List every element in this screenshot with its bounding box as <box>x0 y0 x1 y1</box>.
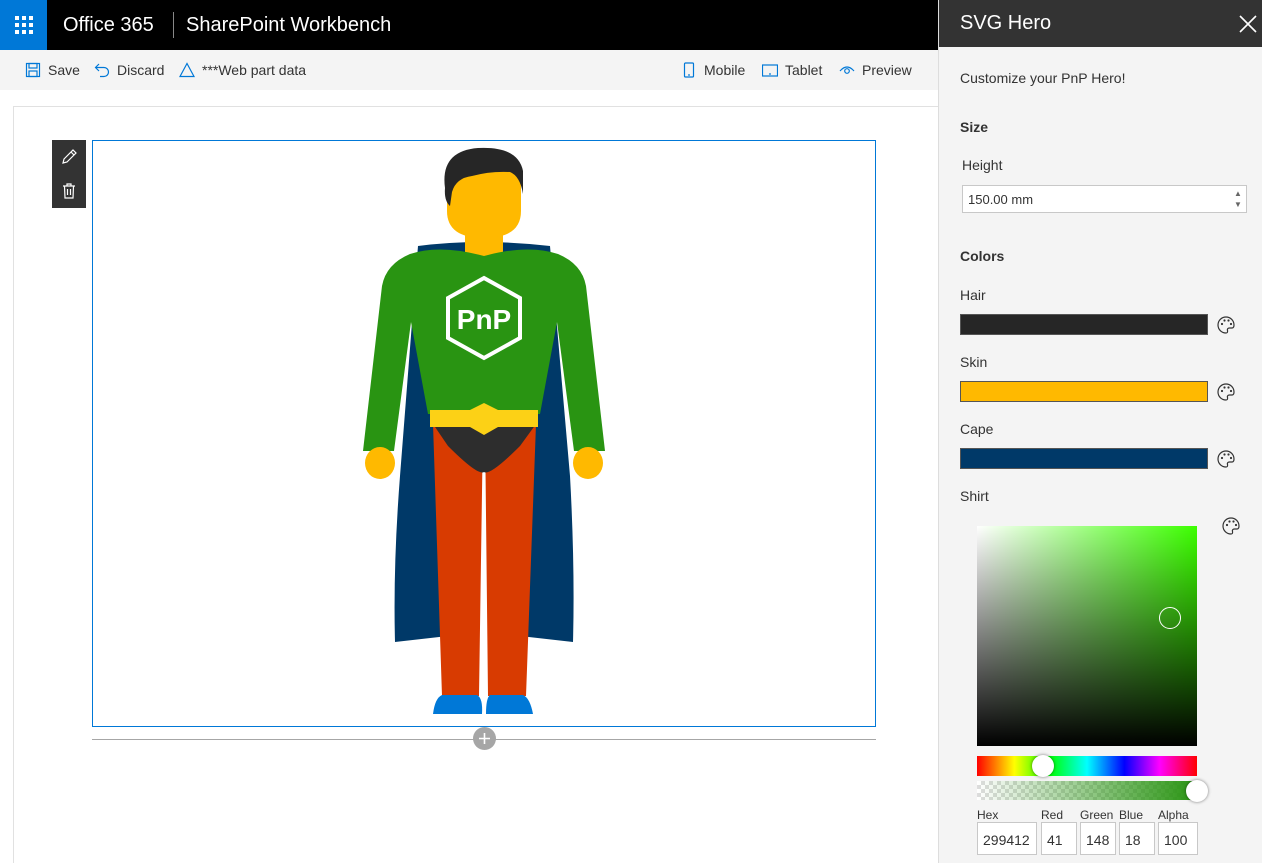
palette-icon[interactable] <box>1216 315 1236 335</box>
alpha-slider[interactable] <box>977 781 1197 800</box>
delete-web-part-button[interactable] <box>52 174 86 208</box>
spin-arrows-icon[interactable]: ▲ ▼ <box>1233 188 1243 210</box>
green-label: Green <box>1080 808 1114 822</box>
edit-web-part-button[interactable] <box>52 140 86 174</box>
cape-label: Cape <box>960 421 994 437</box>
eye-icon <box>839 66 855 74</box>
hue-slider[interactable] <box>977 756 1197 776</box>
hero-right-shoe <box>486 695 533 714</box>
colors-group-header: Colors <box>960 248 1005 264</box>
office-365-link[interactable]: Office 365 <box>63 14 154 37</box>
red-label: Red <box>1041 808 1064 822</box>
shirt-label: Shirt <box>960 488 989 504</box>
mobile-button[interactable]: Mobile <box>681 50 745 90</box>
alpha-slider-thumb[interactable] <box>1186 780 1208 802</box>
height-label: Height <box>962 157 1003 173</box>
tablet-label: Tablet <box>785 62 823 78</box>
web-part-data-label: ***Web part data <box>202 62 307 78</box>
height-value: 150.00 mm <box>968 192 1034 207</box>
app-title: SharePoint Workbench <box>186 14 392 36</box>
skin-color-swatch[interactable] <box>960 381 1208 402</box>
waffle-icon[interactable] <box>0 0 47 50</box>
close-icon[interactable] <box>1237 13 1259 35</box>
tablet-icon <box>762 64 778 77</box>
discard-label: Discard <box>117 62 165 78</box>
hair-label: Hair <box>960 287 986 303</box>
add-icon <box>479 733 490 744</box>
suite-bar: Office 365 SharePoint Workbench <box>0 0 938 50</box>
pnp-badge-text: PnP <box>457 304 511 335</box>
hair-color-swatch[interactable] <box>960 314 1208 335</box>
property-pane-description: Customize your PnP Hero! <box>960 70 1126 86</box>
property-pane-header: SVG Hero <box>939 0 1262 47</box>
suite-divider <box>173 12 174 38</box>
property-pane-title: SVG Hero <box>960 12 1052 34</box>
tablet-button[interactable]: Tablet <box>762 50 822 90</box>
web-part-toolbar <box>52 140 86 208</box>
mobile-icon <box>683 62 695 78</box>
undo-icon <box>94 63 110 78</box>
saturation-value-thumb[interactable] <box>1159 607 1181 629</box>
size-group-header: Size <box>960 119 989 135</box>
pnp-hero-illustration: PnP <box>363 147 605 714</box>
save-button[interactable]: Save <box>25 50 80 90</box>
hero-left-hand <box>365 447 395 479</box>
saturation-value-area[interactable] <box>977 526 1197 746</box>
mobile-label: Mobile <box>704 62 746 78</box>
blue-input[interactable]: 18 <box>1119 822 1155 855</box>
green-input[interactable]: 148 <box>1080 822 1116 855</box>
property-pane: SVG Hero Customize your PnP Hero! Size H… <box>938 0 1262 863</box>
discard-button[interactable]: Discard <box>94 50 164 90</box>
hue-slider-thumb[interactable] <box>1032 755 1054 777</box>
palette-icon[interactable] <box>1216 449 1236 469</box>
add-web-part-button[interactable] <box>473 727 496 750</box>
web-part-data-button[interactable]: ***Web part data <box>179 50 306 90</box>
preview-button[interactable]: Preview <box>839 50 912 90</box>
command-bar: Save Discard ***Web part data Mobile Tab… <box>0 50 938 90</box>
hero-right-hand <box>573 447 603 479</box>
red-input[interactable]: 41 <box>1041 822 1077 855</box>
palette-icon[interactable] <box>1216 382 1236 402</box>
save-label: Save <box>48 62 80 78</box>
preview-label: Preview <box>862 62 912 78</box>
skin-label: Skin <box>960 354 988 370</box>
delete-icon <box>63 183 75 199</box>
warning-icon <box>179 62 195 78</box>
save-icon <box>25 62 41 78</box>
height-spin-button[interactable]: 150.00 mm ▲ ▼ <box>962 185 1247 213</box>
hex-input[interactable]: 299412 <box>977 822 1037 855</box>
palette-icon[interactable] <box>1221 516 1241 536</box>
hero-left-shoe <box>433 695 483 714</box>
alpha-label: Alpha <box>1158 808 1189 822</box>
blue-label: Blue <box>1119 808 1144 822</box>
value-gradient <box>977 526 1197 746</box>
alpha-input[interactable]: 100 <box>1158 822 1198 855</box>
hex-label: Hex <box>977 808 999 822</box>
cape-color-swatch[interactable] <box>960 448 1208 469</box>
edit-icon <box>62 149 77 164</box>
